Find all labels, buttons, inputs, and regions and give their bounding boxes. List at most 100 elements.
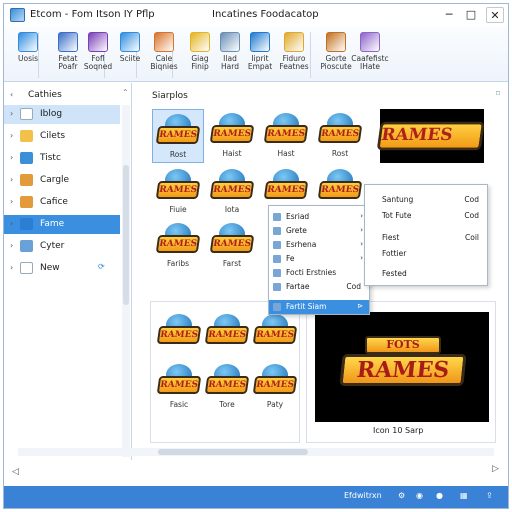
thumbnail-item[interactable]: RAMES bbox=[249, 310, 301, 364]
window-title: Etcom - Fom Itson IY Pflp bbox=[30, 9, 155, 20]
menu-item-label: Grete bbox=[286, 226, 307, 235]
logo-banner: RAMES bbox=[263, 125, 309, 143]
thumbnail-item[interactable]: RAMES bbox=[201, 310, 253, 364]
status-globe-icon[interactable]: ◉ bbox=[416, 491, 423, 500]
thumbnail-item[interactable]: RAMES Haist bbox=[206, 109, 258, 163]
thumbnail-item[interactable]: RAMES Rost bbox=[314, 109, 366, 163]
status-settings-icon[interactable]: ⚙ bbox=[398, 491, 405, 500]
submenu-arrow-icon: › bbox=[360, 240, 363, 248]
large-preview[interactable]: FOTS RAMES bbox=[315, 312, 489, 422]
tools-icon bbox=[88, 32, 108, 52]
nav-item-5[interactable]: › Fame bbox=[4, 215, 120, 234]
scroll-right-icon[interactable]: ▷ bbox=[492, 464, 499, 474]
nav-item-label: Iblog bbox=[40, 109, 63, 119]
nav-item-0[interactable]: › Iblog bbox=[4, 105, 120, 124]
game-logo-icon: RAMES bbox=[156, 314, 202, 348]
nav-item-7[interactable]: › New ⟳ bbox=[4, 259, 120, 278]
context-menu-item[interactable]: Fartae Cod bbox=[269, 280, 369, 294]
menu-item-icon bbox=[273, 227, 281, 235]
navigation-pane: ‹ Cathies ⌃ › Iblog › Cilets › Tistc › Cargle › C… bbox=[4, 83, 132, 477]
nav-item-6[interactable]: › Cyter bbox=[4, 237, 120, 256]
submenu-item[interactable]: Fested bbox=[365, 267, 487, 281]
submenu-item-shortcut: Coil bbox=[465, 233, 479, 242]
logo-banner: RAMES bbox=[209, 235, 255, 253]
chevron-right-icon[interactable]: › bbox=[10, 219, 13, 228]
logo-banner: RAMES bbox=[252, 376, 298, 394]
submenu-item[interactable]: Fottier bbox=[365, 247, 487, 261]
menu-item-label: Fe bbox=[286, 254, 295, 263]
chevron-left-icon[interactable]: ‹ bbox=[10, 90, 13, 99]
chevron-right-icon[interactable]: › bbox=[10, 153, 13, 162]
horizontal-scrollbar-thumb[interactable] bbox=[158, 449, 308, 455]
scroll-left-icon[interactable]: ◁ bbox=[12, 467, 19, 477]
app-window: Etcom - Fom Itson IY Pflp Incatines Food… bbox=[3, 3, 509, 509]
chevron-right-icon[interactable]: › bbox=[10, 175, 13, 184]
thumbnail-item[interactable]: RAMES Farst bbox=[206, 219, 258, 273]
ribbon-button-4[interactable]: Cale Biqnies bbox=[144, 30, 184, 80]
game-logo-icon: RAMES bbox=[155, 169, 201, 203]
submenu-item-shortcut: Cod bbox=[464, 195, 479, 204]
thumbnail-item[interactable]: RAMES Fasic bbox=[153, 360, 205, 414]
menu-item-icon bbox=[273, 283, 281, 291]
context-menu-item[interactable]: Fartit Siam ⊳ bbox=[269, 300, 369, 314]
context-menu-item[interactable]: Esriad › bbox=[269, 210, 369, 224]
submenu-item[interactable]: Fiest Coil bbox=[365, 231, 487, 245]
nav-item-3[interactable]: › Cargle bbox=[4, 171, 120, 190]
horizontal-scrollbar[interactable] bbox=[18, 448, 494, 456]
context-menu-item[interactable]: Esrhena › bbox=[269, 238, 369, 252]
submenu-item[interactable]: Tot Fute Cod bbox=[365, 209, 487, 223]
thumbnail-item[interactable]: RAMES Iota bbox=[206, 165, 258, 219]
nav-scrollbar[interactable] bbox=[122, 105, 130, 457]
thumbnail-item[interactable]: RAMES Faribs bbox=[152, 219, 204, 273]
submenu-arrow-icon: › bbox=[360, 212, 363, 220]
context-menu-item[interactable]: Fe › bbox=[269, 252, 369, 266]
submenu-arrow-icon: › bbox=[360, 254, 363, 262]
orb-icon bbox=[360, 32, 380, 52]
chevron-right-icon[interactable]: › bbox=[10, 241, 13, 250]
maximize-button[interactable]: □ bbox=[462, 7, 480, 23]
ribbon-label: Uosis bbox=[18, 54, 38, 63]
nav-item-label: Cyter bbox=[40, 241, 65, 251]
close-button[interactable]: ✕ bbox=[486, 7, 504, 23]
game-logo-icon: RAMES bbox=[204, 364, 250, 398]
blue-box-icon bbox=[120, 32, 140, 52]
sync-icon[interactable]: ⟳ bbox=[98, 262, 105, 271]
game-logo-icon: RAMES bbox=[252, 314, 298, 348]
scroll-up-icon[interactable]: ⌃ bbox=[122, 88, 129, 97]
context-menu-item[interactable]: Focti Erstnies bbox=[269, 266, 369, 280]
game-logo-icon: RAMES bbox=[252, 364, 298, 398]
chevron-right-icon[interactable]: › bbox=[10, 131, 13, 140]
thumbnail-item[interactable]: RAMES bbox=[153, 310, 205, 364]
ribbon-button-10[interactable]: Caafefistc IHate bbox=[350, 30, 390, 80]
logo-banner: RAMES bbox=[156, 376, 202, 394]
thumbnail-item[interactable]: RAMES Paty bbox=[249, 360, 301, 414]
ribbon-label: Caafefistc IHate bbox=[351, 54, 389, 71]
menu-item-icon bbox=[273, 303, 281, 311]
logo-banner: RAMES bbox=[263, 181, 309, 199]
chevron-right-icon[interactable]: › bbox=[10, 197, 13, 206]
menu-item-label: Esrhena bbox=[286, 240, 317, 249]
nav-item-1[interactable]: › Cilets bbox=[4, 127, 120, 146]
thumbnail-item[interactable]: RAMES Rost bbox=[152, 109, 204, 163]
context-menu-item[interactable]: Grete › bbox=[269, 224, 369, 238]
thumbnail-item[interactable]: RAMES Fiuie bbox=[152, 165, 204, 219]
ribbon-button-8[interactable]: Fiduro Featnes bbox=[274, 30, 314, 80]
status-share-icon[interactable]: ⇪ bbox=[486, 491, 493, 500]
nav-scrollbar-thumb[interactable] bbox=[123, 165, 129, 305]
minimize-button[interactable]: ─ bbox=[440, 7, 458, 23]
thumbnail-item[interactable]: RAMES Tore bbox=[201, 360, 253, 414]
submenu-item[interactable]: Santung Cod bbox=[365, 193, 487, 207]
game-logo-icon: RAMES bbox=[209, 113, 255, 147]
pane-options-icon[interactable]: ⌑ bbox=[496, 89, 500, 98]
document-icon bbox=[58, 32, 78, 52]
chevron-right-icon[interactable]: › bbox=[10, 109, 13, 118]
status-user-icon[interactable]: ● bbox=[436, 491, 443, 500]
game-logo-icon: RAMES bbox=[155, 223, 201, 257]
thumbnail-item[interactable]: RAMES Hast bbox=[260, 109, 312, 163]
nav-item-4[interactable]: › Cafice bbox=[4, 193, 120, 212]
menu-item-icon bbox=[273, 241, 281, 249]
status-grid-icon[interactable]: ▦ bbox=[460, 491, 468, 500]
ribbon-button-0[interactable]: Uosis bbox=[8, 30, 48, 80]
nav-item-2[interactable]: › Tistc bbox=[4, 149, 120, 168]
chevron-right-icon[interactable]: › bbox=[10, 263, 13, 272]
